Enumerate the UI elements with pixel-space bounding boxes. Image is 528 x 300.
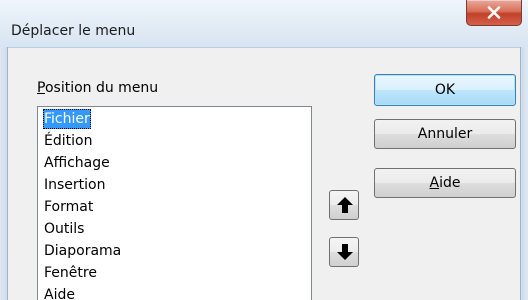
- close-icon: [487, 6, 501, 19]
- close-button[interactable]: [466, 0, 522, 26]
- window-title: Déplacer le menu: [11, 23, 136, 39]
- arrow-down-icon: [337, 244, 353, 260]
- title-bar[interactable]: Déplacer le menu: [0, 0, 528, 48]
- help-button[interactable]: Aide: [374, 168, 516, 198]
- move-menu-dialog: Déplacer le menu Position du menu Fichie…: [0, 0, 528, 300]
- list-item[interactable]: Insertion: [43, 175, 106, 195]
- window-frame-right: [520, 47, 528, 300]
- help-button-mnemonic: A: [429, 175, 440, 191]
- menu-position-label: Position du menu: [37, 80, 158, 96]
- menu-position-list[interactable]: Fichier Édition Affichage Insertion Format Ou…: [37, 106, 312, 300]
- list-item[interactable]: Outils: [43, 219, 85, 239]
- move-up-button[interactable]: [329, 190, 359, 220]
- list-item[interactable]: Affichage: [43, 153, 111, 173]
- list-item[interactable]: Édition: [43, 131, 93, 151]
- list-item[interactable]: Fenêtre: [43, 263, 98, 283]
- cancel-button[interactable]: Annuler: [374, 119, 516, 149]
- ok-button[interactable]: OK: [374, 74, 516, 106]
- menu-position-label-rest: osition du menu: [44, 80, 159, 96]
- list-item[interactable]: Format: [43, 197, 94, 217]
- window-frame-left: [0, 47, 8, 300]
- list-item[interactable]: Aide: [43, 285, 76, 300]
- list-item[interactable]: Diaporama: [43, 241, 122, 261]
- menu-position-label-mnemonic: P: [37, 80, 45, 96]
- arrow-up-icon: [337, 197, 353, 213]
- help-button-rest: ide: [439, 175, 461, 191]
- move-down-button[interactable]: [329, 237, 359, 267]
- list-item[interactable]: Fichier: [43, 109, 91, 129]
